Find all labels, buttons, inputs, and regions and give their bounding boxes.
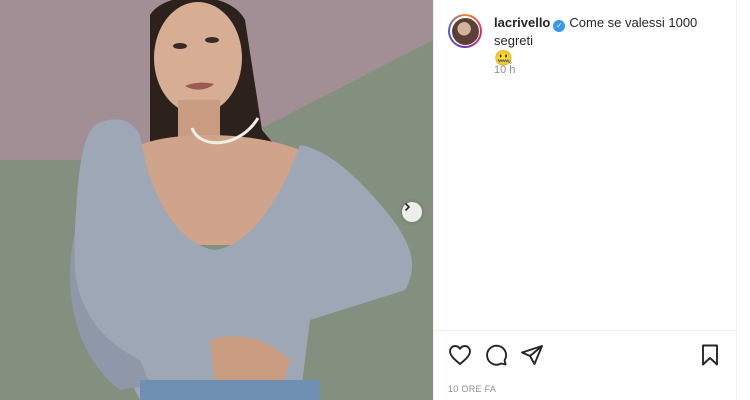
verified-badge-icon: ✓	[553, 20, 566, 32]
post-photo	[0, 0, 433, 400]
carousel-next-button[interactable]	[402, 202, 422, 222]
post-sidebar: lacrivello ✓ Come se valessi 1000 segreti …	[433, 0, 736, 400]
post-date[interactable]: 10 ORE FA	[448, 384, 496, 394]
comment-icon	[486, 344, 508, 366]
caption-text: lacrivello ✓ Come se valessi 1000 segreti …	[494, 14, 726, 68]
instagram-post: lacrivello ✓ Come se valessi 1000 segreti …	[0, 0, 737, 400]
save-button[interactable]	[698, 343, 722, 367]
share-button[interactable]	[520, 343, 544, 367]
avatar-image	[451, 17, 479, 45]
divider	[434, 330, 736, 331]
post-caption: lacrivello ✓ Come se valessi 1000 segreti …	[448, 14, 726, 68]
post-media[interactable]	[0, 0, 433, 400]
bookmark-icon	[702, 344, 718, 366]
chevron-right-icon	[404, 202, 411, 212]
action-bar	[448, 342, 722, 368]
paper-plane-icon	[521, 345, 543, 365]
username-link[interactable]: lacrivello	[494, 15, 550, 30]
like-button[interactable]	[448, 343, 472, 367]
post-time-ago[interactable]: 10 h	[494, 64, 515, 76]
avatar[interactable]	[448, 14, 482, 48]
heart-icon	[449, 345, 471, 365]
comment-button[interactable]	[484, 343, 508, 367]
